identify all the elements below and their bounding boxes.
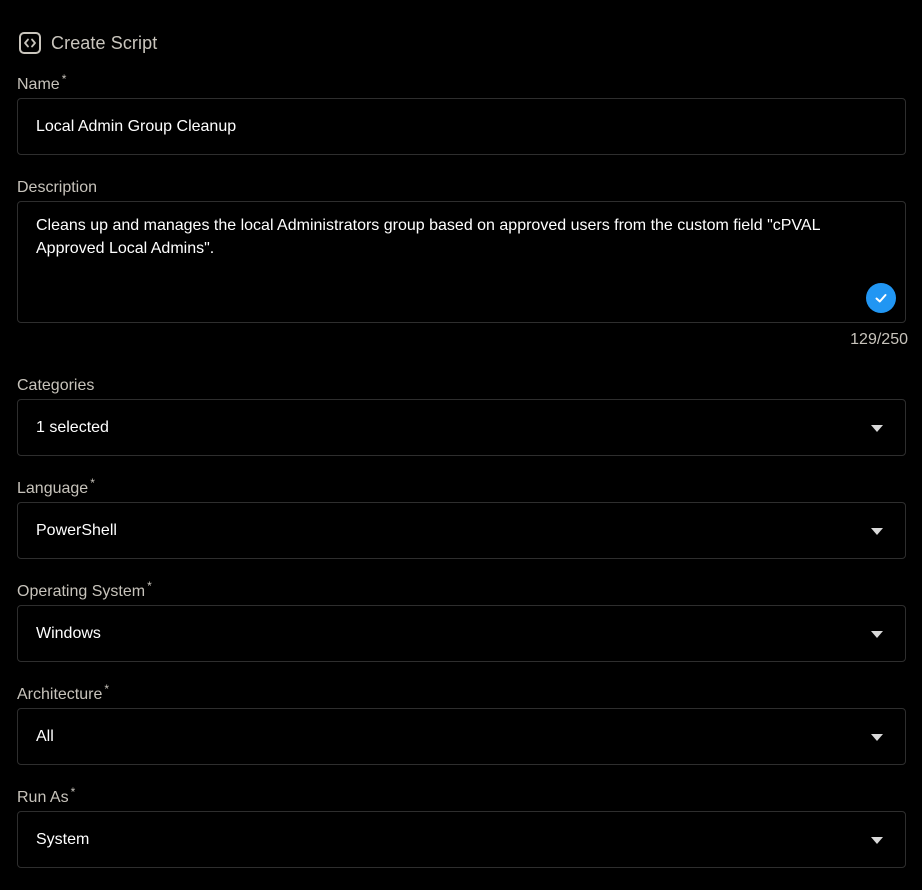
check-icon bbox=[866, 283, 896, 313]
categories-select-value: 1 selected bbox=[36, 418, 109, 436]
categories-label-text: Categories bbox=[17, 377, 95, 394]
required-marker: * bbox=[90, 475, 95, 490]
operating-system-label-text: Operating System bbox=[17, 583, 146, 600]
description-label-text: Description bbox=[17, 179, 98, 196]
name-input-value: Local Admin Group Cleanup bbox=[36, 117, 237, 135]
language-label: Language * bbox=[17, 475, 95, 499]
operating-system-select-value: Windows bbox=[36, 624, 101, 642]
description-char-counter: 129/250 bbox=[850, 331, 908, 348]
required-marker: * bbox=[104, 681, 110, 696]
chevron-down-icon bbox=[871, 733, 883, 741]
language-label-text: Language bbox=[17, 480, 89, 497]
chevron-down-icon bbox=[871, 836, 883, 844]
chevron-down-icon bbox=[871, 424, 883, 432]
categories-select[interactable]: 1 selected bbox=[17, 399, 906, 456]
operating-system-label: Operating System * bbox=[17, 578, 152, 602]
description-textarea[interactable]: Cleans up and manages the local Administ… bbox=[17, 201, 906, 323]
chevron-down-icon bbox=[871, 630, 883, 638]
language-select[interactable]: PowerShell bbox=[17, 502, 906, 559]
language-select-value: PowerShell bbox=[36, 521, 117, 539]
run-as-label-text: Run As bbox=[17, 789, 69, 806]
name-input[interactable]: Local Admin Group Cleanup bbox=[17, 98, 906, 155]
architecture-label-text: Architecture bbox=[17, 686, 103, 703]
required-marker: * bbox=[70, 784, 76, 799]
categories-label: Categories bbox=[17, 376, 94, 396]
run-as-select-value: System bbox=[36, 830, 90, 848]
description-textarea-value: Cleans up and manages the local Administ… bbox=[36, 217, 820, 257]
page-header: Create Script bbox=[18, 30, 157, 56]
code-icon bbox=[18, 31, 42, 55]
architecture-label: Architecture * bbox=[17, 681, 110, 705]
run-as-label: Run As * bbox=[17, 784, 76, 808]
page-title: Create Script bbox=[51, 32, 158, 53]
run-as-select[interactable]: System bbox=[17, 811, 906, 868]
name-label-text: Name bbox=[17, 76, 60, 93]
operating-system-select[interactable]: Windows bbox=[17, 605, 906, 662]
name-label: Name * bbox=[17, 71, 67, 95]
required-marker: * bbox=[147, 578, 152, 593]
required-marker: * bbox=[61, 71, 67, 86]
architecture-select-value: All bbox=[36, 727, 54, 745]
description-label: Description bbox=[17, 178, 97, 198]
chevron-down-icon bbox=[871, 527, 883, 535]
architecture-select[interactable]: All bbox=[17, 708, 906, 765]
